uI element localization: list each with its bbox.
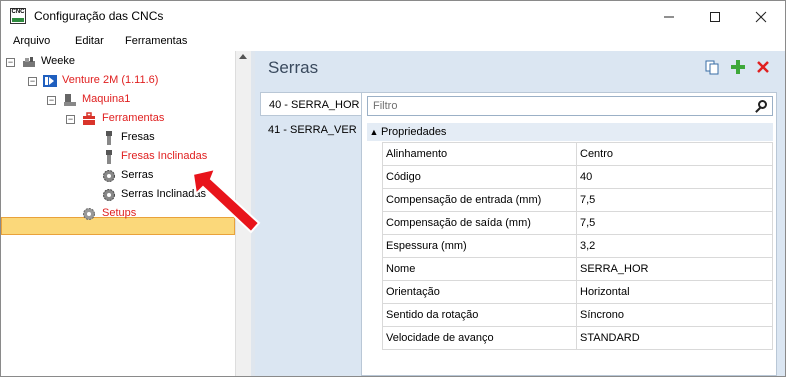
tree-item-ferramentas[interactable]: Ferramentas (102, 112, 164, 124)
filter-input[interactable]: Filtro (373, 100, 397, 112)
machine-group-icon (23, 57, 35, 67)
mill-tool-icon (106, 131, 112, 145)
menu-editar[interactable]: Editar (75, 35, 104, 47)
menu-arquivo[interactable]: Arquivo (13, 35, 50, 47)
tree-expander[interactable]: − (47, 96, 56, 105)
menu-ferramentas[interactable]: Ferramentas (125, 35, 187, 47)
close-icon (755, 11, 767, 22)
add-icon (731, 60, 745, 74)
category-label: Propriedades (381, 126, 447, 138)
toolbox-icon (83, 112, 95, 125)
menu-bar: Arquivo Editar Ferramentas (1, 31, 785, 51)
property-value[interactable]: Síncrono (576, 303, 773, 327)
gear-icon (83, 208, 95, 220)
property-value[interactable]: 7,5 (576, 188, 773, 212)
close-button[interactable] (738, 1, 784, 31)
controller-icon (43, 75, 57, 87)
property-row[interactable]: Orientação Horizontal (382, 280, 773, 304)
tree-expander[interactable]: − (28, 77, 37, 86)
copy-button[interactable] (704, 59, 720, 75)
property-name: Velocidade de avanço (382, 326, 577, 350)
property-row[interactable]: Espessura (mm) 3,2 (382, 234, 773, 258)
property-name: Alinhamento (382, 142, 577, 166)
saw-icon (103, 170, 115, 182)
tab-serra-hor[interactable]: 40 - SERRA_HOR (260, 92, 361, 116)
property-category[interactable]: ▲ Propriedades (367, 123, 773, 141)
property-name: Orientação (382, 280, 577, 304)
property-name: Código (382, 165, 577, 189)
window-title: Configuração das CNCs (34, 9, 164, 23)
minimize-icon (664, 16, 674, 18)
saw-icon (103, 189, 115, 201)
tree-item-serras[interactable]: Serras (121, 169, 153, 181)
collapse-icon[interactable]: ▲ (367, 123, 381, 141)
details-panel: Serras 40 - SERRA_HOR 41 - SERRA_VER Fil… (255, 51, 785, 376)
tree-item-venture[interactable]: Venture 2M (1.11.6) (62, 74, 158, 86)
property-row[interactable]: Alinhamento Centro (382, 142, 773, 166)
app-window: CNC Configuração das CNCs Arquivo Editar… (0, 0, 786, 377)
maximize-button[interactable] (692, 1, 738, 31)
property-grid-panel: Filtro ▲ Propriedades Alinhamento Centro C… (361, 92, 777, 376)
app-icon-text: CNC (11, 9, 25, 15)
property-name: Nome (382, 257, 577, 281)
tree-item-setups[interactable]: Setups (102, 207, 136, 219)
mill-tool-icon (106, 150, 112, 164)
property-value[interactable]: Horizontal (576, 280, 773, 304)
machine-icon (64, 94, 76, 106)
property-value[interactable]: 3,2 (576, 234, 773, 258)
filter-box[interactable]: Filtro (367, 96, 773, 116)
property-row[interactable]: Velocidade de avanço STANDARD (382, 326, 773, 350)
app-icon: CNC (10, 8, 26, 24)
property-name: Espessura (mm) (382, 234, 577, 258)
property-row[interactable]: Código 40 (382, 165, 773, 189)
add-button[interactable] (730, 59, 746, 75)
tree-item-fresas[interactable]: Fresas (121, 131, 155, 143)
property-name: Sentido da rotação (382, 303, 577, 327)
delete-button[interactable] (755, 59, 771, 75)
delete-icon (757, 61, 769, 73)
tree-expander[interactable]: − (66, 115, 75, 124)
maximize-icon (710, 11, 720, 22)
property-row[interactable]: Nome SERRA_HOR (382, 257, 773, 281)
search-icon[interactable] (758, 100, 767, 109)
property-value[interactable]: 7,5 (576, 211, 773, 235)
property-value[interactable]: 40 (576, 165, 773, 189)
property-value[interactable]: Centro (576, 142, 773, 166)
panel-title: Serras (268, 58, 319, 77)
minimize-button[interactable] (646, 1, 692, 31)
property-value[interactable]: SERRA_HOR (576, 257, 773, 281)
tree-expander[interactable]: − (6, 58, 15, 67)
tree-item-maquina1[interactable]: Maquina1 (82, 93, 130, 105)
title-bar: CNC Configuração das CNCs (1, 1, 785, 31)
tree-item-weeke[interactable]: Weeke (41, 55, 75, 67)
property-value[interactable]: STANDARD (576, 326, 773, 350)
property-grid: Alinhamento Centro Código 40 Compensação d… (382, 142, 773, 350)
property-name: Compensação de saída (mm) (382, 211, 577, 235)
scroll-up-icon[interactable] (239, 54, 247, 59)
property-name: Compensação de entrada (mm) (382, 188, 577, 212)
property-row[interactable]: Compensação de saída (mm) 7,5 (382, 211, 773, 235)
annotation-arrow-icon (191, 167, 261, 234)
property-row[interactable]: Compensação de entrada (mm) 7,5 (382, 188, 773, 212)
property-row[interactable]: Sentido da rotação Síncrono (382, 303, 773, 327)
copy-icon (705, 60, 719, 75)
tab-serra-ver[interactable]: 41 - SERRA_VER (260, 118, 361, 142)
